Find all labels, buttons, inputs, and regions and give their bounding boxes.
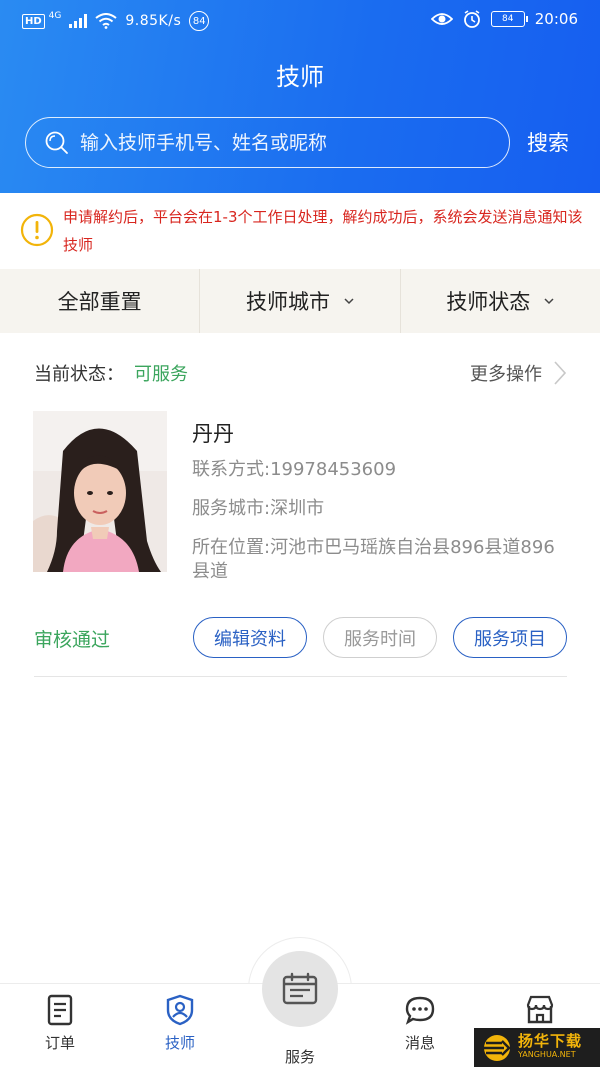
current-status-value: 可服务 bbox=[134, 364, 188, 385]
notice-banner: 申请解约后，平台会在1-3个工作日处理，解约成功后，系统会发送消息通知该技师 bbox=[0, 193, 600, 269]
notice-text: 申请解约后，平台会在1-3个工作日处理，解约成功后，系统会发送消息通知该技师 bbox=[63, 208, 583, 254]
tab-service-label[interactable]: 服务 bbox=[260, 1046, 340, 1067]
clock-time: 20:06 bbox=[534, 10, 578, 28]
status-filter-dropdown[interactable]: 技师状态 bbox=[401, 269, 600, 333]
search-box[interactable] bbox=[25, 117, 510, 168]
watermark-url: YANGHUA.NET bbox=[518, 1049, 576, 1059]
service-tab-button[interactable] bbox=[262, 951, 338, 1027]
technician-avatar bbox=[33, 411, 167, 572]
filter-bar: 全部重置 技师城市 技师状态 bbox=[0, 269, 600, 333]
card-divider bbox=[34, 676, 567, 677]
hd-indicator: HD bbox=[22, 13, 45, 29]
header-bar: HD 4G 9.85K/s 84 84 20:06 技师 输入技师手机号、姓名或… bbox=[0, 0, 600, 193]
system-status-bar: HD 4G 9.85K/s 84 84 20:06 bbox=[0, 0, 600, 42]
page-title: 技师 bbox=[276, 63, 324, 91]
wifi-icon bbox=[95, 13, 117, 29]
more-actions-link[interactable]: 更多操作 bbox=[470, 360, 542, 386]
city-filter-dropdown[interactable]: 技师城市 bbox=[200, 269, 399, 333]
search-button[interactable]: 搜索 bbox=[527, 127, 569, 157]
audit-status: 审核通过 bbox=[34, 629, 111, 651]
store-icon bbox=[526, 995, 554, 1024]
search-input[interactable] bbox=[80, 131, 480, 154]
status-filter-label: 技师状态 bbox=[446, 290, 531, 314]
edit-profile-button[interactable]: 编辑资料 bbox=[193, 617, 307, 658]
watermark-logo-icon bbox=[484, 1034, 511, 1061]
tab-messages-label: 消息 bbox=[404, 1034, 435, 1052]
city-filter-label: 技师城市 bbox=[245, 290, 330, 314]
battery-icon: 84 bbox=[490, 11, 528, 27]
tab-orders-label: 订单 bbox=[44, 1034, 75, 1052]
search-icon bbox=[45, 131, 68, 154]
chevron-right-icon[interactable] bbox=[552, 358, 568, 388]
calendar-icon bbox=[282, 972, 318, 1005]
technician-status-row: 当前状态： 可服务 更多操作 bbox=[34, 358, 574, 388]
shield-user-icon bbox=[166, 994, 194, 1026]
signal-icon bbox=[69, 14, 88, 28]
reset-all-label: 全部重置 bbox=[57, 290, 142, 314]
reset-all-filter[interactable]: 全部重置 bbox=[0, 269, 199, 333]
chat-bubble-icon bbox=[405, 996, 435, 1025]
service-time-button[interactable]: 服务时间 bbox=[323, 617, 437, 658]
technician-name: 丹丹 bbox=[192, 422, 234, 446]
document-icon bbox=[47, 994, 73, 1026]
notification-count-badge: 84 bbox=[189, 11, 210, 31]
network-speed: 9.85K/s bbox=[125, 13, 182, 29]
location-info: 所在位置:河池市巴马瑶族自治县896县道896县道 bbox=[192, 537, 555, 582]
chevron-down-icon bbox=[344, 298, 354, 305]
current-status-label: 当前状态： bbox=[34, 364, 124, 385]
service-items-button[interactable]: 服务项目 bbox=[453, 617, 567, 658]
warning-icon bbox=[20, 213, 54, 247]
tab-messages[interactable]: 消息 bbox=[380, 994, 460, 1053]
service-city-info: 服务城市:深圳市 bbox=[192, 498, 325, 519]
tab-technician[interactable]: 技师 bbox=[140, 994, 220, 1053]
tab-technician-label: 技师 bbox=[164, 1034, 195, 1052]
tab-shop[interactable] bbox=[500, 994, 580, 1032]
contact-info: 联系方式:19978453609 bbox=[192, 459, 397, 480]
alarm-icon bbox=[463, 10, 480, 28]
watermark-text: 扬华下载 bbox=[518, 1031, 583, 1050]
tab-orders[interactable]: 订单 bbox=[20, 994, 100, 1053]
eye-comfort-icon bbox=[430, 13, 453, 25]
network-type: 4G bbox=[48, 11, 62, 21]
chevron-down-icon bbox=[544, 298, 554, 305]
site-watermark: 扬华下载 YANGHUA.NET bbox=[474, 1028, 600, 1067]
